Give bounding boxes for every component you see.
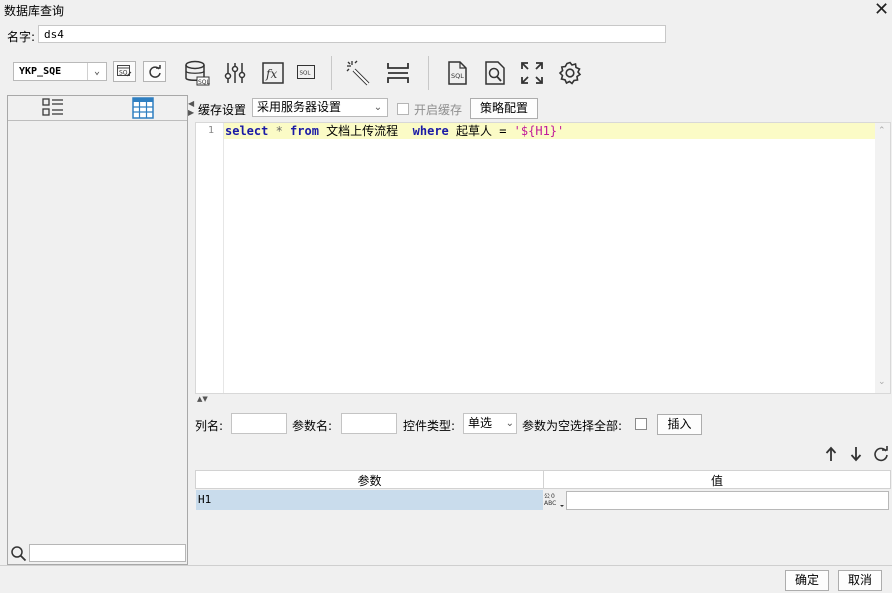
tree-search-input[interactable] — [29, 544, 186, 562]
keyword-select: select — [225, 124, 269, 138]
split-icon[interactable] — [384, 59, 412, 87]
svg-text:SQL: SQL — [300, 71, 312, 77]
sliders-icon[interactable] — [221, 59, 249, 87]
data-tree[interactable] — [8, 121, 187, 541]
control-type-label: 控件类型: — [403, 419, 456, 433]
arrow-up-icon[interactable] — [824, 446, 838, 462]
search-icon — [10, 545, 27, 562]
connection-value: YKP_SQE — [19, 66, 62, 77]
svg-text:fx: fx — [265, 67, 277, 81]
line-number: 1 — [207, 125, 214, 136]
footer-separator — [0, 565, 892, 566]
list-view-icon[interactable] — [42, 98, 64, 118]
sql-preview-icon[interactable] — [481, 59, 509, 87]
fullscreen-icon[interactable] — [518, 59, 546, 87]
scroll-up-icon[interactable]: ⌃ — [878, 126, 886, 136]
header-value: 值 — [710, 474, 723, 488]
close-icon[interactable]: ✕ — [874, 0, 889, 20]
table-view-icon[interactable] — [132, 97, 154, 119]
arrow-down-icon[interactable] — [849, 446, 863, 462]
keyword-where: where — [412, 124, 449, 138]
refresh-icon[interactable] — [873, 446, 889, 462]
sql-text-icon[interactable]: SQL — [295, 61, 317, 83]
enable-cache-checkbox[interactable] — [397, 103, 409, 115]
window-title: 数据库查询 — [4, 4, 65, 18]
chevron-down-icon: ⌄ — [505, 418, 514, 429]
param-name-input[interactable] — [341, 413, 397, 434]
resize-handle-icon[interactable]: ▲▼ — [197, 395, 208, 403]
param-value-input[interactable] — [566, 491, 889, 510]
cache-label: 缓存设置 — [198, 103, 247, 117]
sql-editor[interactable] — [195, 122, 891, 394]
sql-file-icon[interactable]: SQL — [443, 59, 471, 87]
insert-button[interactable]: 插入 — [657, 414, 702, 435]
name-input[interactable]: ds4 — [38, 25, 666, 43]
refresh-icon[interactable] — [143, 61, 166, 82]
svg-text:0: 0 — [551, 493, 555, 500]
svg-text:SQL: SQL — [198, 79, 210, 86]
formula-icon[interactable]: fx — [259, 59, 287, 87]
keyword-from: from — [290, 124, 319, 138]
magic-wand-icon[interactable] — [345, 59, 373, 87]
line-gutter — [196, 123, 224, 393]
divider-collapse-icon[interactable]: ◀ ▶ — [188, 99, 194, 117]
type-icon-text: ABC — [544, 500, 556, 507]
control-type-value: 单选 — [468, 416, 493, 430]
token-table: 文档上传流程 — [318, 124, 413, 138]
header-param: 参数 — [357, 474, 382, 488]
select-all-checkbox[interactable] — [635, 418, 647, 430]
svg-text:SQ: SQ — [119, 70, 128, 77]
chevron-down-icon: ⌄ — [87, 63, 106, 80]
sql-code-line[interactable]: select * from 文档上传流程 where 起草人 = '${H1}' — [225, 123, 564, 139]
left-panel-tabs — [8, 96, 187, 121]
toolbar-separator — [428, 56, 429, 90]
token-string: '${H1}' — [513, 124, 565, 138]
token-condition: 起草人 = — [448, 124, 514, 138]
param-name-label: 参数名: — [292, 419, 333, 433]
svg-text:SQL: SQL — [451, 72, 464, 80]
database-sql-icon[interactable]: SQL — [183, 59, 211, 87]
column-name-label: 列名: — [195, 419, 224, 433]
enable-cache-label: 开启缓存 — [414, 103, 463, 117]
svg-text:公: 公 — [544, 493, 550, 500]
toolbar-separator — [331, 56, 332, 90]
column-name-input[interactable] — [231, 413, 287, 434]
name-label: 名字: — [7, 30, 36, 44]
token-star: * — [268, 124, 291, 138]
settings-icon[interactable] — [556, 59, 584, 87]
control-type-select[interactable]: 单选 ⌄ — [463, 413, 517, 434]
value-type-icon[interactable]: 公 0 ABC — [543, 490, 565, 510]
strategy-config-button[interactable]: 策略配置 — [470, 98, 538, 119]
chevron-down-icon: ⌄ — [373, 102, 383, 113]
table-row[interactable] — [196, 490, 543, 510]
cache-mode-select[interactable]: 采用服务器设置 ⌄ — [252, 98, 388, 117]
cache-mode-value: 采用服务器设置 — [257, 100, 342, 114]
ok-button[interactable]: 确定 — [785, 570, 829, 591]
scroll-down-icon[interactable]: ⌄ — [878, 377, 886, 387]
sql-param-icon[interactable]: SQ — [113, 61, 136, 82]
cancel-button[interactable]: 取消 — [838, 570, 882, 591]
editor-scrollbar[interactable]: ⌃ ⌄ — [875, 123, 890, 393]
param-name-cell: H1 — [198, 493, 212, 506]
select-all-label: 参数为空选择全部: — [522, 419, 623, 433]
connection-select[interactable]: YKP_SQE ⌄ — [13, 62, 107, 81]
